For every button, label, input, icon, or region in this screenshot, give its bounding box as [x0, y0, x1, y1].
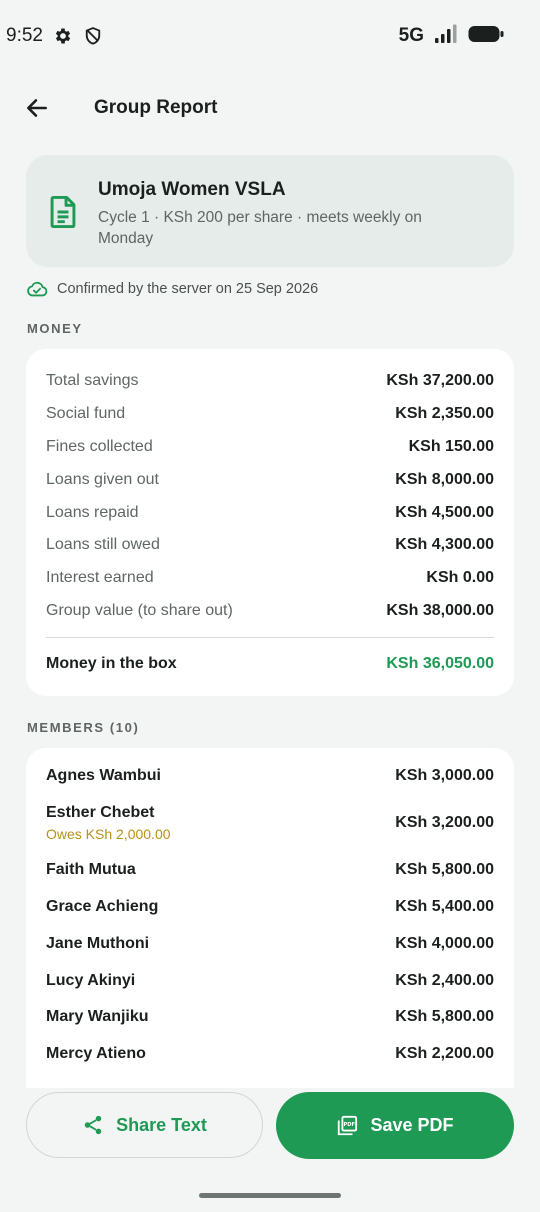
member-info: Esther Chebet Owes KSh 2,000.00: [46, 804, 171, 842]
member-row[interactable]: Agnes Wambui KSh 3,000.00: [46, 758, 494, 795]
money-row-value: KSh 37,200.00: [386, 372, 494, 390]
members-card: Agnes Wambui KSh 3,000.00 Esther Chebet Owe…: [26, 748, 514, 1088]
member-info: Faith Mutua: [46, 861, 136, 879]
member-row[interactable]: Lucy Akinyi KSh 2,400.00: [46, 962, 494, 999]
status-left: 9:52: [6, 25, 103, 47]
network-type: 5G: [398, 25, 424, 46]
member-row[interactable]: Mary Wanjiku KSh 5,800.00: [46, 999, 494, 1036]
member-info: Grace Achieng: [46, 898, 158, 916]
member-savings-value: KSh 2,400.00: [395, 971, 494, 989]
money-rows: Total savings KSh 37,200.00 Social fund KSh…: [46, 365, 494, 627]
money-row-value: KSh 38,000.00: [386, 601, 494, 619]
money-row-value: KSh 0.00: [426, 569, 494, 587]
money-row-value: KSh 150.00: [408, 437, 494, 455]
money-row-label: Social fund: [46, 405, 126, 423]
save-pdf-button[interactable]: PDF Save PDF: [276, 1092, 514, 1159]
member-savings-value: KSh 2,200.00: [395, 1045, 494, 1063]
arrow-left-icon: [27, 99, 47, 117]
money-row: Interest earned KSh 0.00: [46, 562, 494, 595]
group-meta-line2: Monday: [98, 230, 154, 247]
money-in-box-label: Money in the box: [46, 655, 177, 673]
members-section-label: MEMBERS (10): [27, 720, 140, 735]
money-row-label: Loans still owed: [46, 536, 160, 554]
member-savings-value: KSh 4,000.00: [395, 934, 494, 952]
member-name: Grace Achieng: [46, 897, 159, 915]
share-text-button[interactable]: Share Text: [26, 1092, 263, 1158]
member-info: Mercy Atieno: [46, 1045, 146, 1063]
money-in-box-row: Money in the box KSh 36,050.00: [46, 638, 494, 690]
member-name: Jane Muthoni: [46, 934, 150, 952]
money-row-label: Fines collected: [46, 437, 153, 455]
share-text-label: Share Text: [116, 1114, 207, 1135]
document-icon: [48, 195, 78, 229]
status-bar: 9:52 5G: [0, 0, 540, 72]
app-header: Group Report: [0, 78, 540, 138]
money-row-label: Loans repaid: [46, 503, 139, 521]
money-row: Loans still owed KSh 4,300.00: [46, 529, 494, 562]
pdf-icon: PDF: [338, 1115, 358, 1135]
money-row-label: Interest earned: [46, 569, 154, 587]
save-pdf-label: Save PDF: [370, 1115, 454, 1135]
money-row-value: KSh 8,000.00: [395, 470, 494, 488]
member-savings-value: KSh 3,200.00: [395, 814, 494, 832]
back-button[interactable]: [14, 85, 60, 131]
member-row[interactable]: Mercy Atieno KSh 2,200.00: [46, 1036, 494, 1073]
status-time: 9:52: [6, 25, 43, 46]
confirmation-text: Confirmed by the server on 25 Sep 2026: [57, 281, 319, 297]
money-row: Loans given out KSh 8,000.00: [46, 463, 494, 496]
money-row: Loans repaid KSh 4,500.00: [46, 496, 494, 529]
member-name: Lucy Akinyi: [46, 971, 136, 989]
server-confirmation: Confirmed by the server on 25 Sep 2026: [26, 278, 318, 300]
money-card: Total savings KSh 37,200.00 Social fund KSh…: [26, 349, 514, 696]
money-row: Social fund KSh 2,350.00: [46, 398, 494, 431]
member-name: Agnes Wambui: [46, 767, 161, 785]
page-title: Group Report: [94, 97, 218, 118]
share-icon: [84, 1115, 102, 1135]
money-row-value: KSh 4,500.00: [395, 503, 494, 521]
member-row[interactable]: Grace Achieng KSh 5,400.00: [46, 889, 494, 926]
gear-icon: [53, 26, 73, 46]
group-meta-line1: Cycle 1 · KSh 200 per share · meets week…: [98, 209, 422, 226]
member-info: Mary Wanjiku: [46, 1008, 149, 1026]
member-name: Mercy Atieno: [46, 1045, 146, 1063]
member-info: Lucy Akinyi: [46, 972, 135, 990]
member-row[interactable]: Faith Mutua KSh 5,800.00: [46, 852, 494, 889]
money-row: Total savings KSh 37,200.00: [46, 365, 494, 398]
member-info: Agnes Wambui: [46, 767, 161, 785]
member-savings-value: KSh 5,400.00: [395, 897, 494, 915]
money-row-label: Group value (to share out): [46, 601, 233, 619]
member-info: Jane Muthoni: [46, 935, 149, 953]
money-row-value: KSh 4,300.00: [395, 536, 494, 554]
member-row[interactable]: Esther Chebet Owes KSh 2,000.00 KSh 3,200.…: [46, 795, 494, 852]
home-indicator[interactable]: [199, 1193, 341, 1198]
member-row[interactable]: Jane Muthoni KSh 4,000.00: [46, 925, 494, 962]
member-owes: Owes KSh 2,000.00: [46, 826, 171, 843]
member-savings-value: KSh 3,000.00: [395, 767, 494, 785]
battery-icon: [468, 24, 504, 49]
group-summary-card: Umoja Women VSLA Cycle 1 · KSh 200 per s…: [26, 155, 514, 267]
signal-icon: [434, 24, 458, 49]
member-savings-value: KSh 5,800.00: [395, 1008, 494, 1026]
group-info: Umoja Women VSLA Cycle 1 · KSh 200 per s…: [98, 179, 422, 249]
svg-text:PDF: PDF: [344, 1122, 356, 1128]
status-right: 5G: [399, 24, 504, 49]
cloud-check-icon: [27, 281, 48, 297]
money-row: Fines collected KSh 150.00: [46, 431, 494, 464]
member-name: Faith Mutua: [46, 861, 136, 879]
shield-icon: [83, 26, 103, 46]
member-savings-value: KSh 5,800.00: [395, 861, 494, 879]
money-section-label: MONEY: [27, 321, 83, 336]
member-rows: Agnes Wambui KSh 3,000.00 Esther Chebet Owe…: [46, 758, 494, 1073]
money-row: Group value (to share out) KSh 38,000.00: [46, 595, 494, 628]
member-name: Mary Wanjiku: [46, 1008, 149, 1026]
money-row-value: KSh 2,350.00: [395, 405, 494, 423]
money-in-box-value: KSh 36,050.00: [386, 655, 494, 673]
money-row-label: Loans given out: [46, 470, 159, 488]
money-row-label: Total savings: [46, 372, 139, 390]
group-name: Umoja Women VSLA: [98, 179, 286, 200]
member-name: Esther Chebet: [46, 804, 155, 822]
